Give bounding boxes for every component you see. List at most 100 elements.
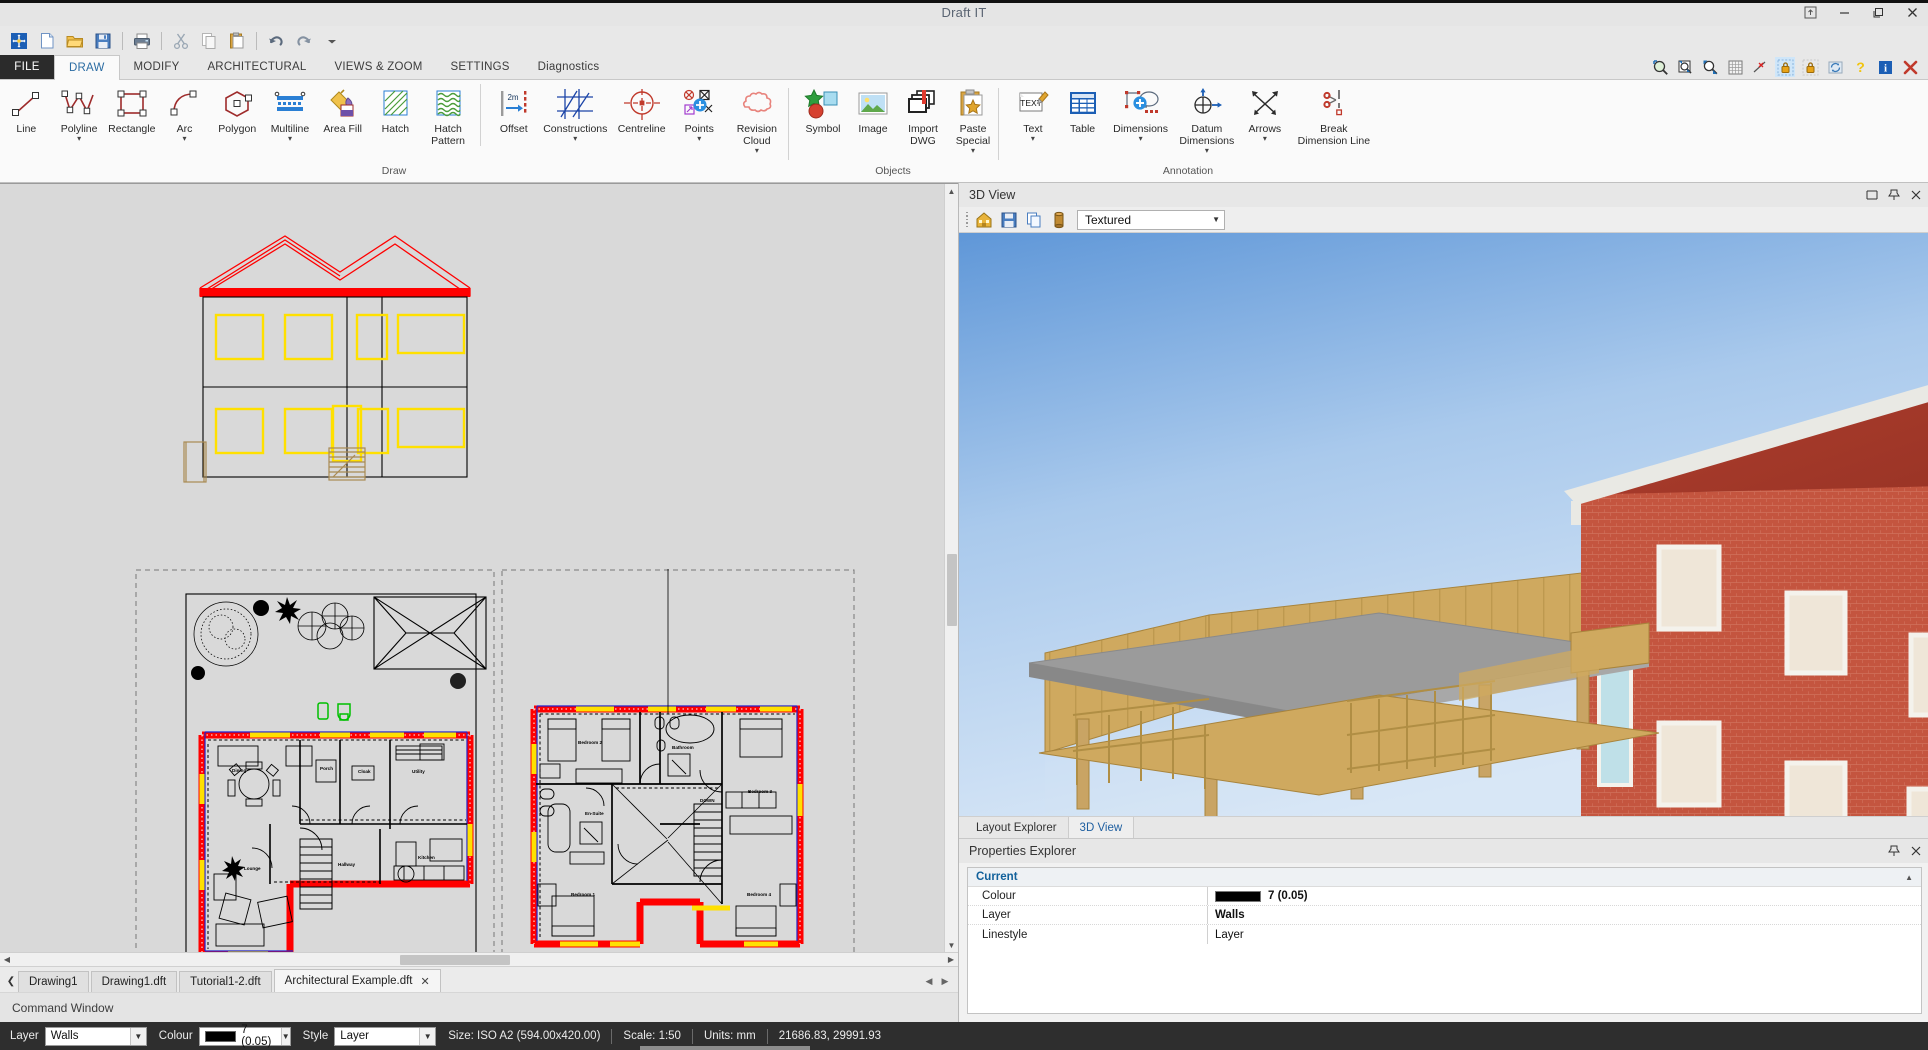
maximize-icon[interactable] bbox=[1868, 2, 1888, 22]
tab-settings[interactable]: SETTINGS bbox=[437, 55, 524, 79]
copy-icon[interactable] bbox=[196, 28, 222, 54]
canvas-vertical-scrollbar[interactable]: ▲ ▼ bbox=[944, 184, 958, 952]
doc-tabs-scroll-left-icon[interactable]: ❮ bbox=[4, 970, 18, 992]
pin-panel-icon[interactable] bbox=[1887, 189, 1900, 202]
chevron-down-icon[interactable]: ▾ bbox=[697, 135, 701, 144]
minimize-icon[interactable] bbox=[1834, 2, 1854, 22]
drawing-canvas[interactable]: Dining Porch Cloak Utility Hallway Loung… bbox=[0, 183, 958, 952]
tool-line[interactable]: Line bbox=[0, 84, 53, 135]
help-icon[interactable]: ? bbox=[1850, 57, 1870, 77]
property-row-colour[interactable]: Colour 7 (0.05) bbox=[968, 887, 1921, 906]
program-menu-icon[interactable] bbox=[6, 28, 32, 54]
tool-rectangle[interactable]: Rectangle bbox=[105, 84, 158, 135]
tool-arc[interactable]: Arc ▾ bbox=[158, 84, 211, 144]
doc-tab-drawing1[interactable]: Drawing1 bbox=[18, 971, 89, 992]
chevron-down-icon[interactable]: ▾ bbox=[573, 135, 577, 144]
vertical-scroll-thumb[interactable] bbox=[947, 554, 957, 626]
property-value-cell[interactable]: Walls bbox=[1208, 906, 1921, 924]
minimize-panel-icon[interactable] bbox=[1865, 189, 1878, 202]
undo-icon[interactable] bbox=[263, 28, 289, 54]
tool-centreline[interactable]: Centreline bbox=[610, 84, 672, 135]
tool-multiline[interactable]: Multiline ▾ bbox=[264, 84, 317, 144]
tab-diagnostics[interactable]: Diagnostics bbox=[524, 55, 614, 79]
tool-break-dimension-line[interactable]: Break Dimension Line bbox=[1290, 84, 1378, 147]
save-icon[interactable] bbox=[90, 28, 116, 54]
taskbar-scroll-thumb[interactable] bbox=[640, 1046, 810, 1050]
doc-tabs-prev-icon[interactable]: ◀ bbox=[922, 972, 936, 990]
chevron-down-icon[interactable]: ▼ bbox=[129, 1027, 146, 1045]
horizontal-scroll-thumb[interactable] bbox=[400, 955, 510, 965]
paste-icon[interactable] bbox=[224, 28, 250, 54]
tool-symbol[interactable]: Symbol bbox=[798, 84, 848, 135]
view3d-canvas[interactable] bbox=[959, 233, 1928, 816]
close-panel-icon[interactable] bbox=[1909, 845, 1922, 858]
tool-datum-dimensions[interactable]: Datum Dimensions ▾ bbox=[1174, 84, 1240, 156]
scroll-down-icon[interactable]: ▼ bbox=[945, 938, 959, 952]
chevron-down-icon[interactable]: ▾ bbox=[288, 135, 292, 144]
property-row-linestyle[interactable]: Linestyle Layer bbox=[968, 925, 1921, 944]
print-icon[interactable] bbox=[129, 28, 155, 54]
info-icon[interactable]: i bbox=[1875, 57, 1895, 77]
property-row-layer[interactable]: Layer Walls bbox=[968, 906, 1921, 925]
tool-import-dwg[interactable]: Import DWG bbox=[898, 84, 948, 147]
chevron-down-icon[interactable]: ▾ bbox=[1205, 147, 1209, 156]
zoom-previous-icon[interactable] bbox=[1700, 57, 1720, 77]
toolbar-grip[interactable] bbox=[964, 211, 970, 228]
command-window[interactable]: Command Window bbox=[0, 992, 958, 1022]
doc-tab-close-icon[interactable]: ✕ bbox=[421, 975, 430, 988]
new-icon[interactable] bbox=[34, 28, 60, 54]
doc-tab-tutorial1-2-dft[interactable]: Tutorial1-2.dft bbox=[179, 971, 272, 992]
tool-paste-special[interactable]: Paste Special ▾ bbox=[948, 84, 998, 156]
panel-tab-3d-view[interactable]: 3D View bbox=[1068, 817, 1135, 838]
panel-tab-layout-explorer[interactable]: Layout Explorer bbox=[965, 817, 1069, 838]
tool-polygon[interactable]: Polygon bbox=[211, 84, 264, 135]
save-image-icon[interactable] bbox=[998, 209, 1020, 231]
tool-offset[interactable]: 2m Offset bbox=[487, 84, 540, 135]
chevron-down-icon[interactable]: ▾ bbox=[971, 147, 975, 156]
tool-arrows[interactable]: Arrows ▾ bbox=[1240, 84, 1290, 144]
cad-drawing[interactable]: Dining Porch Cloak Utility Hallway Loung… bbox=[0, 184, 958, 952]
copy-view-icon[interactable] bbox=[1023, 209, 1045, 231]
grid-icon[interactable] bbox=[1725, 57, 1745, 77]
render-mode-select[interactable]: Textured ▼ bbox=[1077, 209, 1225, 230]
snap-icon[interactable] bbox=[1750, 57, 1770, 77]
tab-file[interactable]: FILE bbox=[0, 55, 54, 79]
tab-architectural[interactable]: ARCHITECTURAL bbox=[193, 55, 320, 79]
properties-group-current[interactable]: Current ▲ bbox=[968, 868, 1921, 887]
tool-image[interactable]: Image bbox=[848, 84, 898, 135]
customize-qat-icon[interactable] bbox=[319, 28, 345, 54]
tool-hatch-pattern[interactable]: Hatch Pattern bbox=[422, 84, 475, 147]
scroll-left-icon[interactable]: ◀ bbox=[0, 955, 14, 964]
tab-draw[interactable]: DRAW bbox=[54, 55, 120, 80]
ribbon-display-icon[interactable] bbox=[1800, 2, 1820, 22]
tool-revision-cloud[interactable]: Revision Cloud ▾ bbox=[726, 84, 788, 156]
lock-icon[interactable] bbox=[1800, 57, 1820, 77]
doc-tabs-next-icon[interactable]: ▶ bbox=[938, 972, 952, 990]
close-icon[interactable] bbox=[1902, 2, 1922, 22]
canvas-horizontal-scrollbar[interactable]: ◀ ▶ bbox=[0, 952, 958, 966]
cut-icon[interactable] bbox=[168, 28, 194, 54]
tool-constructions[interactable]: Constructions ▾ bbox=[540, 84, 610, 144]
property-value-cell[interactable]: Layer bbox=[1208, 925, 1921, 944]
refresh-icon[interactable] bbox=[1825, 57, 1845, 77]
scroll-right-icon[interactable]: ▶ bbox=[944, 955, 958, 964]
tab-modify[interactable]: MODIFY bbox=[120, 55, 194, 79]
collapse-icon[interactable]: ▲ bbox=[1905, 873, 1913, 882]
doc-tab-drawing1-dft[interactable]: Drawing1.dft bbox=[90, 971, 178, 992]
chevron-down-icon[interactable]: ▾ bbox=[183, 135, 187, 144]
close-document-icon[interactable] bbox=[1900, 57, 1920, 77]
tool-polyline[interactable]: Polyline ▾ bbox=[53, 84, 106, 144]
scroll-up-icon[interactable]: ▲ bbox=[945, 184, 959, 198]
chevron-down-icon[interactable]: ▼ bbox=[280, 1027, 290, 1045]
redo-icon[interactable] bbox=[291, 28, 317, 54]
tool-hatch[interactable]: Hatch bbox=[369, 84, 422, 135]
status-layer-select[interactable]: Walls ▼ bbox=[44, 1026, 147, 1046]
tab-views-zoom[interactable]: VIEWS & ZOOM bbox=[321, 55, 437, 79]
chevron-down-icon[interactable]: ▼ bbox=[419, 1027, 436, 1045]
tool-points[interactable]: Points ▾ bbox=[673, 84, 726, 144]
property-value-cell[interactable]: 7 (0.05) bbox=[1208, 887, 1921, 905]
open-icon[interactable] bbox=[62, 28, 88, 54]
chevron-down-icon[interactable]: ▾ bbox=[77, 135, 81, 144]
tool-dimensions[interactable]: Dimensions ▾ bbox=[1107, 84, 1173, 144]
zoom-window-icon[interactable] bbox=[1650, 57, 1670, 77]
